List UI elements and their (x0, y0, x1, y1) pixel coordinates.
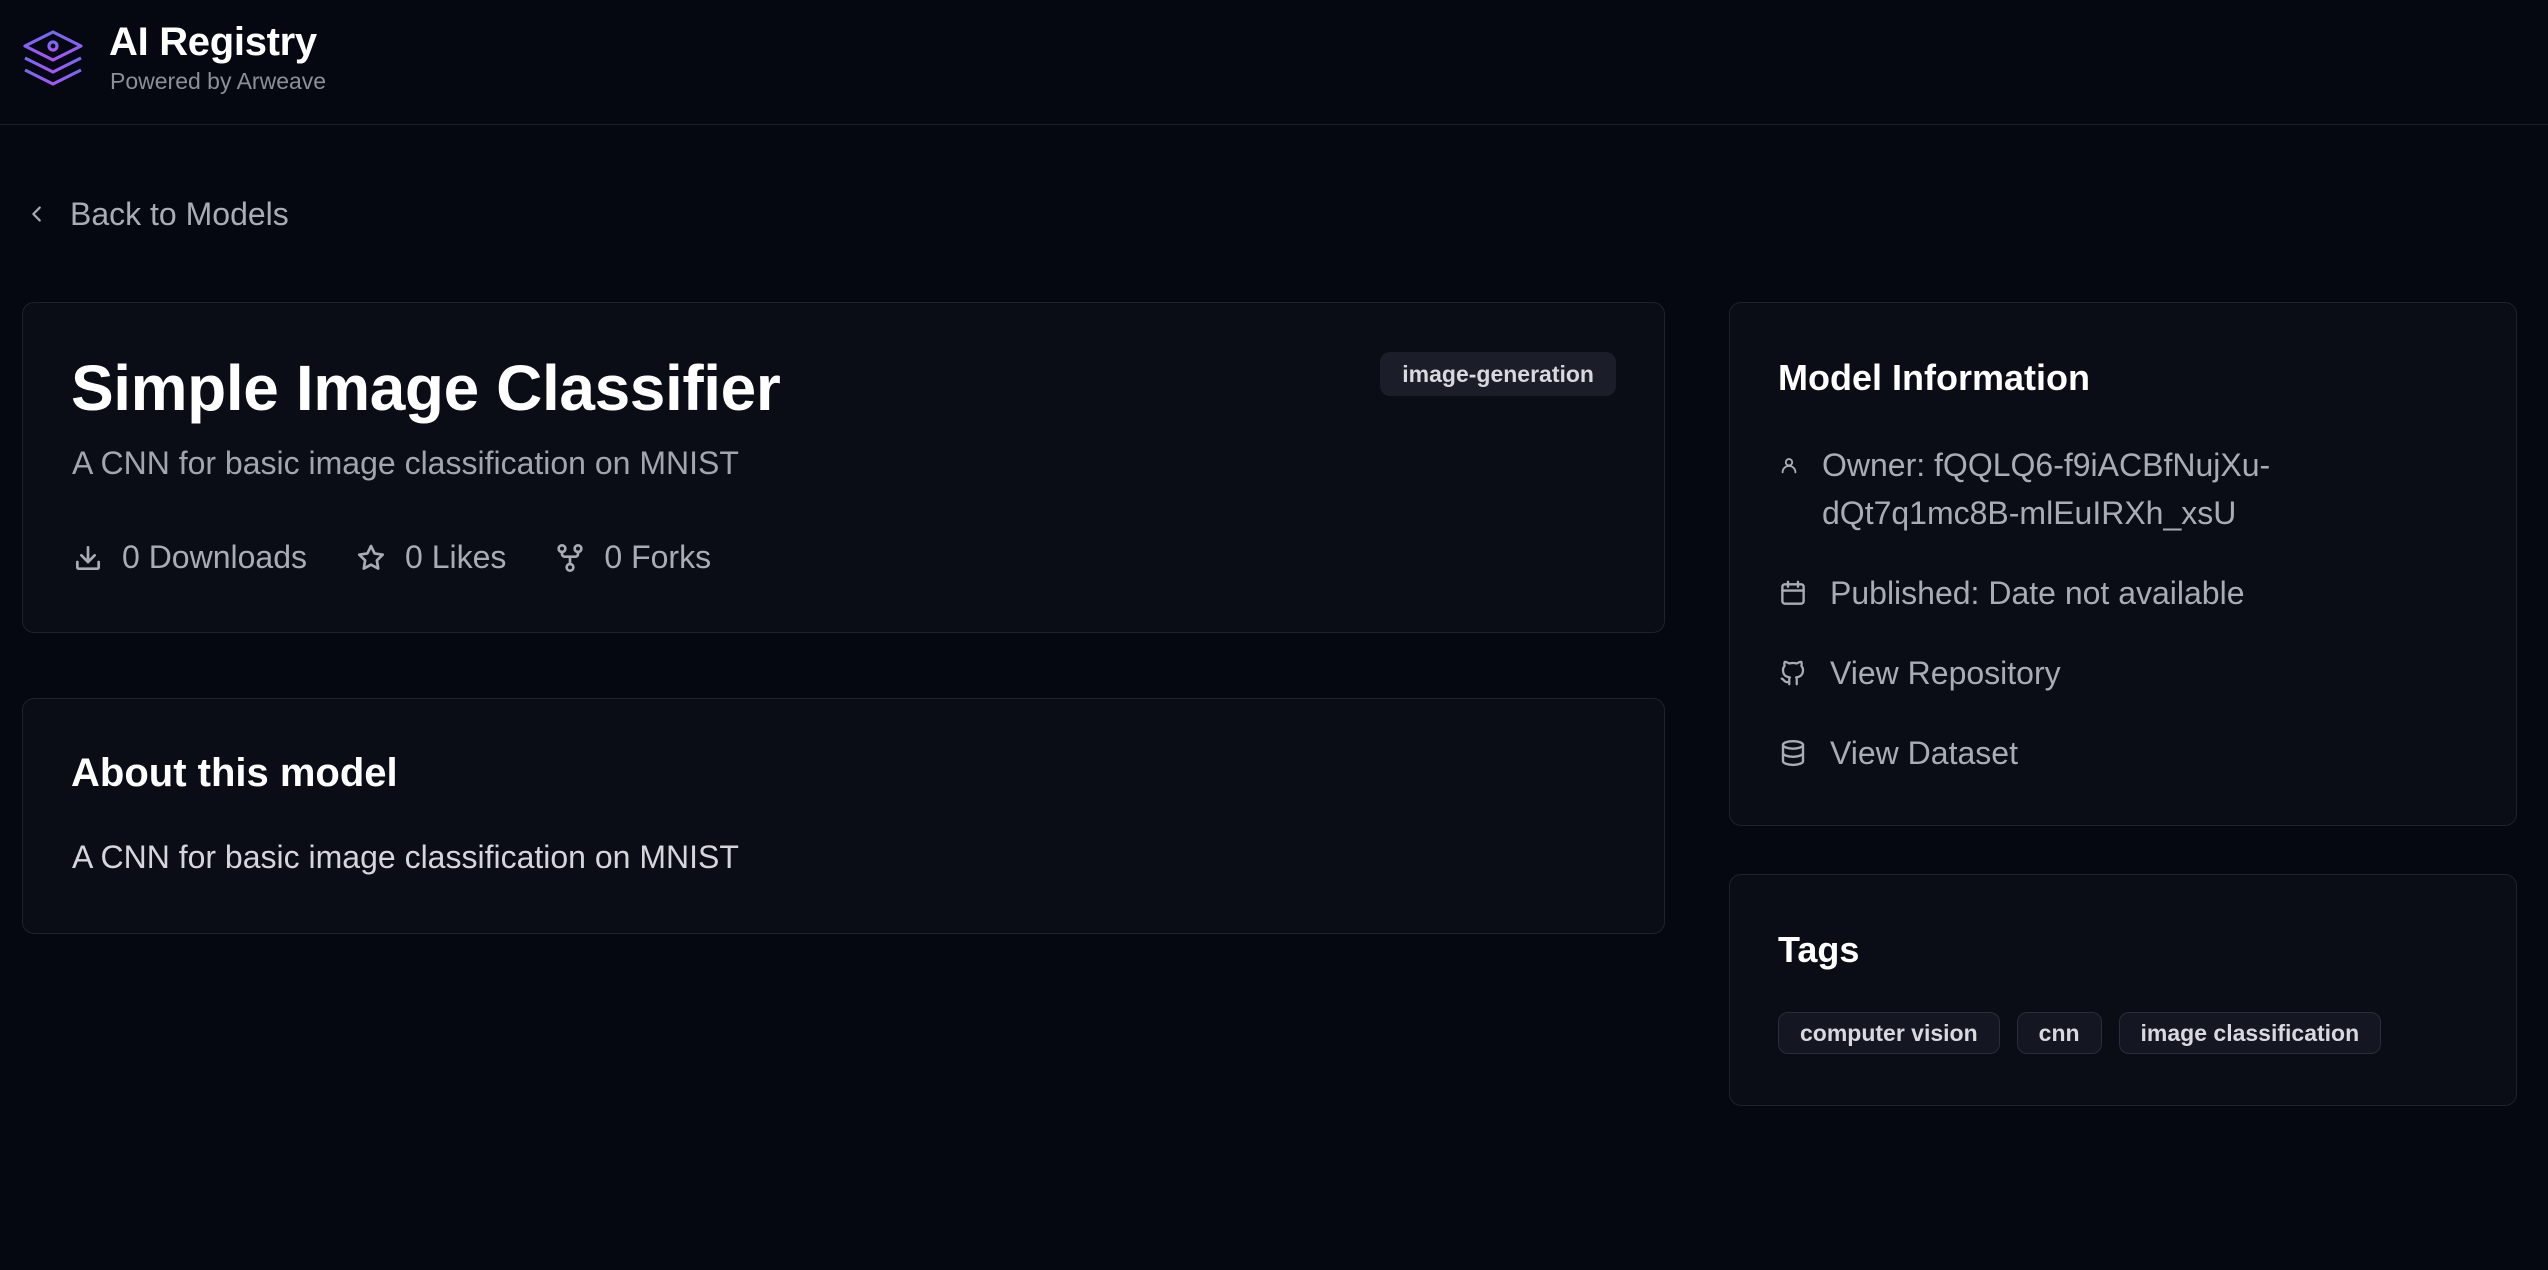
download-icon (76, 545, 100, 570)
model-stats: 0 Downloads 0 Likes 0 Forks (72, 539, 711, 576)
model-description: A CNN for basic image classification on … (72, 445, 739, 481)
back-link-label: Back to Models (70, 195, 289, 232)
user-icon (1781, 458, 1797, 474)
downloads-stat: 0 Downloads (72, 539, 307, 576)
published-row: Published: Date not available (1778, 569, 2245, 617)
owner-value: Owner: fQQLQ6-f9iACBfNujXu-dQt7q1mc8B-ml… (1822, 447, 2271, 531)
owner-row: Owner: fQQLQ6-f9iACBfNujXu-dQt7q1mc8B-ml… (1778, 441, 2342, 537)
tags-card: Tags computer vision cnn image classific… (1729, 874, 2517, 1106)
view-repository-link[interactable]: View Repository (1778, 649, 2061, 697)
model-header-card: Simple Image Classifier A CNN for basic … (22, 302, 1665, 633)
about-text: A CNN for basic image classification on … (72, 839, 739, 875)
app-title: AI Registry (109, 20, 317, 64)
likes-stat[interactable]: 0 Likes (355, 539, 506, 576)
likes-count: 0 Likes (405, 539, 507, 575)
model-information-card: Model Information Owner: fQQLQ6-f9iACBfN… (1729, 302, 2517, 826)
view-dataset-label: View Dataset (1830, 735, 2018, 771)
layers-icon (23, 30, 83, 86)
model-information-heading: Model Information (1778, 357, 2090, 398)
database-icon (1781, 739, 1805, 767)
tag-computer-vision[interactable]: computer vision (1778, 1012, 2000, 1054)
app-subtitle: Powered by Arweave (110, 68, 327, 94)
calendar-icon (1781, 580, 1805, 605)
category-badge: image-generation (1380, 352, 1616, 396)
view-dataset-link[interactable]: View Dataset (1778, 729, 2018, 777)
back-to-models-link[interactable]: Back to Models (26, 192, 289, 236)
forks-count: 0 Forks (604, 539, 712, 575)
tag-image-classification[interactable]: image classification (2118, 1012, 2382, 1054)
github-icon (1780, 660, 1805, 686)
tags-heading: Tags (1778, 929, 1860, 970)
model-title: Simple Image Classifier (71, 352, 781, 424)
git-fork-icon (557, 543, 584, 572)
tag-cnn[interactable]: cnn (2016, 1012, 2102, 1054)
view-repository-label: View Repository (1830, 655, 2061, 691)
about-card: About this model A CNN for basic image c… (22, 698, 1665, 934)
tag-list: computer vision cnn image classification (1778, 1012, 2382, 1054)
published-value: Published: Date not available (1830, 575, 2245, 611)
star-icon (357, 544, 385, 570)
app-header: AI Registry Powered by Arweave (0, 0, 2548, 125)
about-heading: About this model (71, 751, 398, 795)
chevron-left-icon (32, 206, 41, 222)
forks-stat[interactable]: 0 Forks (554, 539, 711, 576)
downloads-count: 0 Downloads (122, 539, 307, 575)
